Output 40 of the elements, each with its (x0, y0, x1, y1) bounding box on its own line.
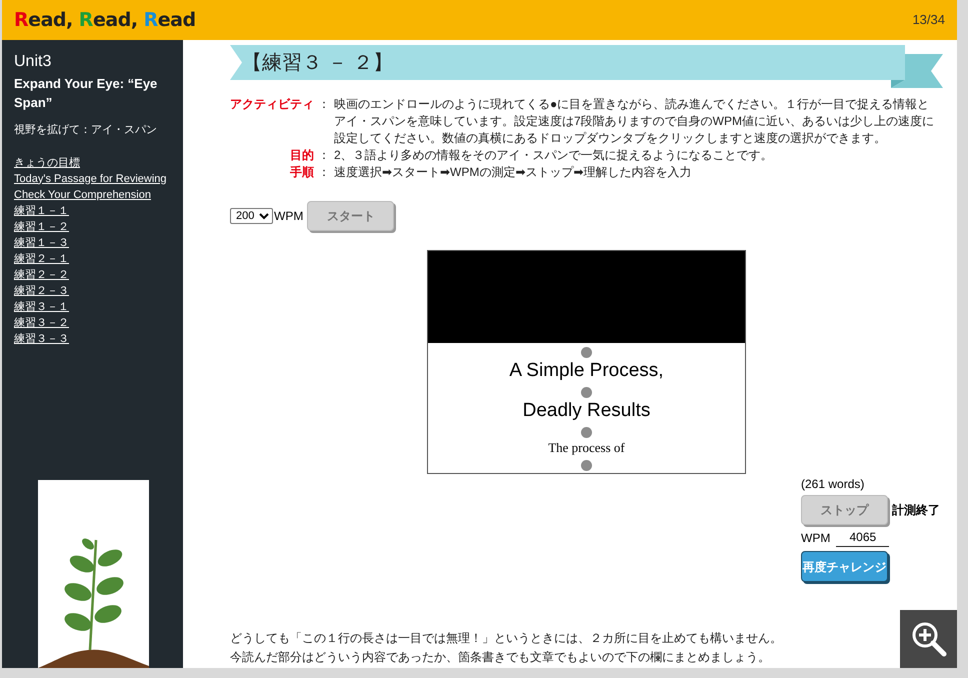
unit-label: Unit3 (14, 52, 52, 72)
sidebar-link[interactable]: 練習３－２ (14, 314, 69, 330)
sidebar-link[interactable]: きょうの目標 (14, 154, 80, 170)
ribbon-tail-icon (891, 54, 943, 88)
speed-unit: WPM (274, 208, 304, 225)
instruction-label: 手順 (289, 164, 314, 181)
reading-line: The process of (548, 440, 625, 456)
wpm-label: WPM (801, 530, 830, 546)
sidebar-link[interactable]: Check Your Comprehension (14, 186, 151, 202)
sidebar-link[interactable]: Today's Passage for Reviewing (14, 170, 167, 186)
instruction-text: 速度選択➡スタート➡WPMの測定➡ストップ➡理解した内容を入力 (334, 164, 692, 181)
unit-subtitle: 視野を拡げて：アイ・スパン (14, 123, 158, 138)
instruction-text: 映画のエンドロールのように現れてくる●に目を置きながら、読み進んでください。１行が一目で捉える情報とアイ・スパンを意味しています。設定速度は7段階ありますので自身のWPM値に近い、あるいは少し上の速度に設定してください。数値の真横にあるドロップダウンタブをクリックしますと速度の選択ができます。 (334, 96, 935, 147)
separator: ： (317, 147, 331, 164)
note-text: 今読んだ部分はどういう内容であったか、箇条書きでも文章でもよいので下の欄にまとめましょう。 (230, 649, 771, 666)
instruction-label: 目的 (289, 147, 314, 164)
status-label: 計測終了 (892, 502, 940, 519)
sidebar-link[interactable]: 練習３－１ (14, 298, 69, 314)
sidebar-link[interactable]: 練習１－３ (14, 234, 69, 250)
note-text: どうしても「この１行の長さは一目では無理！」というときには、２カ所に目を止めても構いません。 (230, 630, 783, 647)
separator: ： (317, 96, 331, 113)
exercise-title: 【練習３ － ２】 (242, 50, 394, 76)
separator: ： (317, 164, 331, 181)
word-count: (261 words) (801, 476, 864, 493)
wpm-field: 4065 (836, 528, 890, 547)
instruction-text: 2、３語より多めの情報をそのアイ・スパンで一気に捉えるようになることです。 (334, 147, 774, 164)
zoom-in-button[interactable] (900, 610, 957, 668)
reading-line: A Simple Process, (509, 359, 664, 383)
reading-line: Deadly Results (522, 399, 650, 423)
page-counter: 13/34 (912, 11, 945, 30)
unit-title: Expand Your Eye: “Eye Span” (14, 75, 158, 112)
sidebar-link[interactable]: 練習２－３ (14, 282, 69, 298)
sidebar-link[interactable]: 練習２－２ (14, 266, 69, 282)
sidebar-link[interactable]: 練習１－１ (14, 202, 69, 218)
sidebar-link[interactable]: 練習３－３ (14, 330, 69, 346)
sidebar-link[interactable]: 練習１－２ (14, 218, 69, 234)
instruction-label: アクティビティ (230, 96, 314, 113)
logo: Read, Read, Read (14, 8, 196, 33)
speed-dropdown[interactable]: 200 (230, 208, 273, 224)
sidebar-link[interactable]: 練習２－１ (14, 250, 69, 266)
